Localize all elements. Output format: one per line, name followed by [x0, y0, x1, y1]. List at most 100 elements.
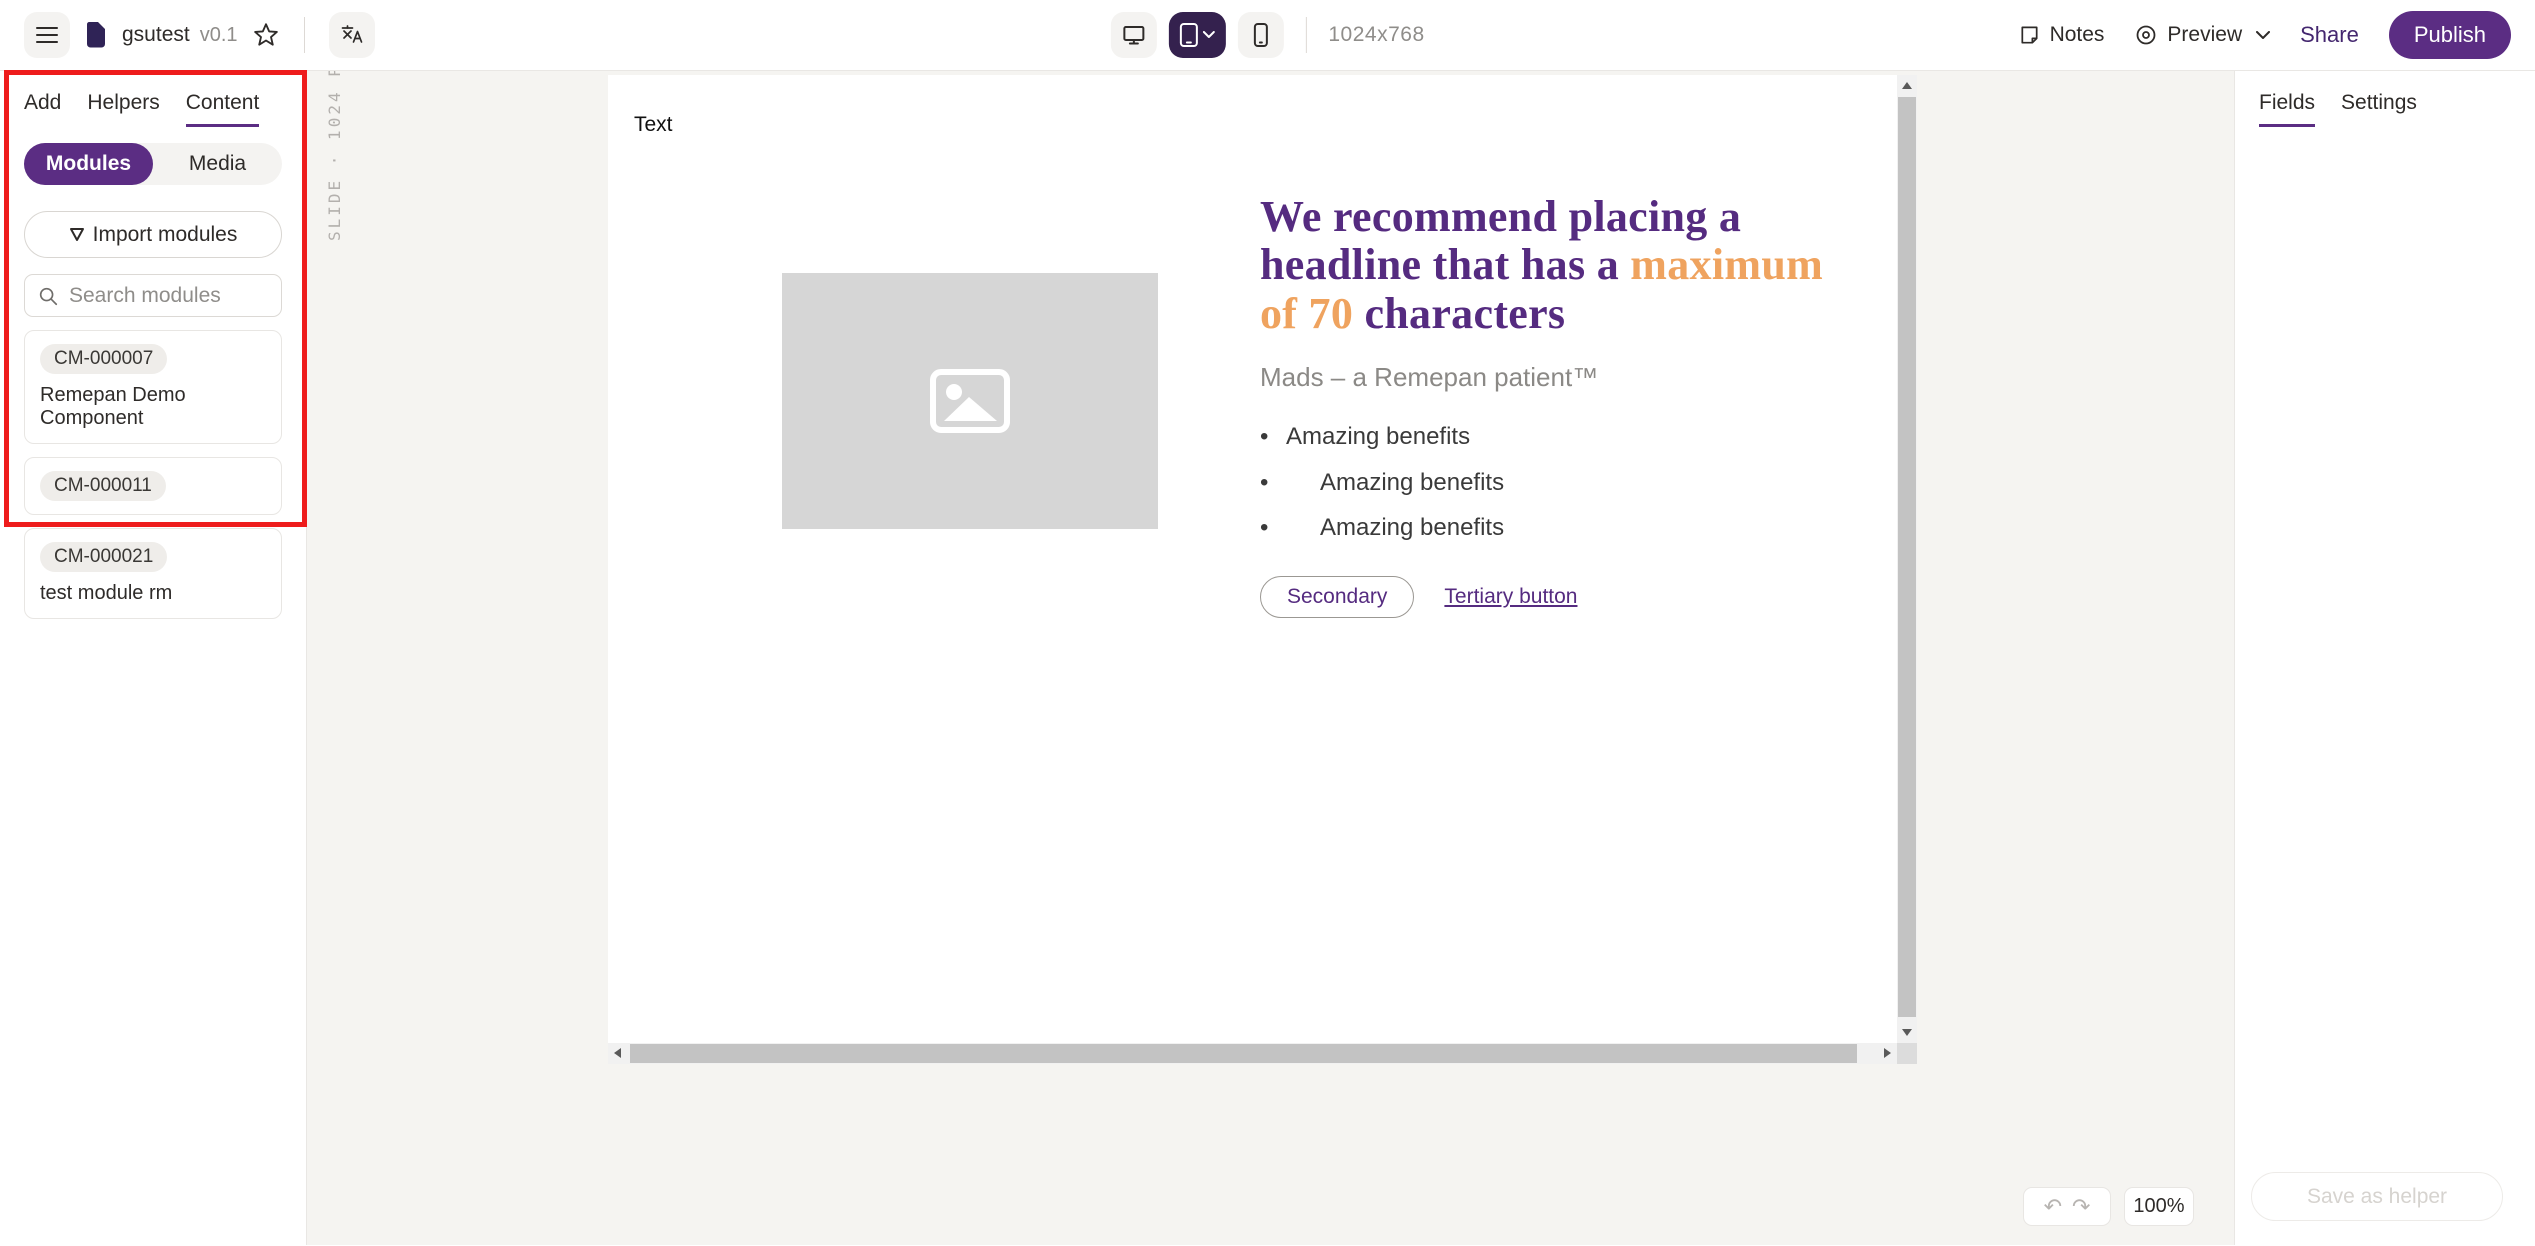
topbar-right: Notes Preview Share Publish — [2018, 11, 2511, 59]
chevron-down-icon — [1203, 31, 1215, 39]
divider — [1305, 17, 1306, 53]
mobile-icon — [1251, 22, 1269, 48]
list-item: • Amazing benefits — [1260, 469, 1860, 497]
topbar-left: gsutest v0.1 — [24, 12, 375, 58]
search-icon — [37, 285, 59, 307]
preview-button[interactable]: Preview — [2134, 23, 2242, 47]
document-version: v0.1 — [200, 24, 238, 47]
bullet-list: • Amazing benefits • Amazing benefits • … — [1260, 423, 1860, 542]
notes-label: Notes — [2050, 23, 2105, 47]
preview-label: Preview — [2167, 23, 2242, 47]
subtitle: Mads – a Remepan patient™ — [1260, 362, 1860, 393]
tab-fields[interactable]: Fields — [2259, 91, 2315, 127]
undo-icon: ↶ — [2044, 1194, 2062, 1219]
headline: We recommend placing a headline that has… — [1260, 193, 1860, 338]
tablet-icon — [1179, 22, 1199, 48]
zoom-level[interactable]: 100% — [2124, 1187, 2194, 1226]
horizontal-scrollbar-thumb[interactable] — [630, 1044, 1857, 1063]
bullet-text: Amazing benefits — [1286, 423, 1470, 451]
search-modules-box — [24, 274, 282, 317]
scroll-left-arrow[interactable] — [614, 1048, 621, 1058]
toggle-media[interactable]: Media — [153, 143, 282, 185]
preview-dropdown-button[interactable] — [2256, 31, 2270, 40]
slide-ruler-label: SLIDE · 1024 PX — [325, 71, 344, 241]
right-sidebar: Fields Settings Save as helper — [2234, 71, 2535, 1245]
notes-button[interactable]: Notes — [2018, 23, 2105, 47]
scrollbar-corner — [1897, 1043, 1917, 1064]
chevron-down-icon — [2256, 31, 2270, 40]
vertical-scrollbar[interactable] — [1897, 75, 1917, 1043]
module-id-badge: CM-000021 — [40, 542, 167, 572]
module-card[interactable]: CM-000007 Remepan Demo Component — [24, 330, 282, 444]
image-placeholder[interactable] — [782, 273, 1158, 529]
modules-media-toggle: Modules Media — [24, 143, 282, 185]
tablet-view-button[interactable] — [1168, 12, 1225, 58]
bullet-icon: • — [1260, 469, 1320, 497]
scroll-down-arrow[interactable] — [1902, 1029, 1912, 1036]
slide-frame: Text We recommend placing a headline tha… — [608, 75, 1917, 1064]
module-label: Text — [634, 113, 673, 137]
module-id-badge: CM-000011 — [40, 471, 166, 501]
horizontal-scrollbar[interactable] — [608, 1043, 1897, 1064]
document-icon — [84, 21, 108, 49]
search-modules-input[interactable] — [69, 284, 269, 308]
translate-icon — [340, 23, 364, 47]
secondary-button[interactable]: Secondary — [1260, 576, 1414, 618]
hamburger-icon — [36, 26, 58, 44]
redo-button[interactable]: ↷ — [2072, 1196, 2090, 1218]
save-as-helper-button[interactable]: Save as helper — [2251, 1172, 2503, 1221]
tab-helpers[interactable]: Helpers — [87, 91, 159, 127]
canvas-area: SLIDE · 1024 PX Text We recommend placin… — [307, 71, 2234, 1245]
divider — [304, 17, 305, 53]
scroll-up-arrow[interactable] — [1902, 82, 1912, 89]
slide-canvas[interactable]: Text We recommend placing a headline tha… — [608, 75, 1897, 1043]
tab-add[interactable]: Add — [24, 91, 61, 127]
undo-redo-card: ↶ ↷ — [2023, 1187, 2111, 1226]
import-modules-button[interactable]: Import modules — [24, 211, 282, 258]
note-icon — [2018, 24, 2041, 47]
import-icon — [69, 227, 85, 242]
module-name: test module rm — [40, 582, 266, 605]
left-panel-tabs: Add Helpers Content — [24, 91, 282, 127]
tab-content[interactable]: Content — [186, 91, 260, 127]
desktop-view-button[interactable] — [1110, 12, 1156, 58]
module-id-badge: CM-000007 — [40, 344, 167, 374]
module-card[interactable]: CM-000011 — [24, 457, 282, 515]
bullet-icon: • — [1260, 423, 1286, 451]
module-card[interactable]: CM-000021 test module rm — [24, 528, 282, 619]
eye-icon — [2134, 23, 2158, 47]
document-title: gsutest — [122, 23, 190, 47]
list-item: • Amazing benefits — [1260, 423, 1860, 451]
mobile-view-button[interactable] — [1237, 12, 1283, 58]
star-icon — [252, 21, 280, 49]
bullet-text: Amazing benefits — [1320, 514, 1504, 542]
import-modules-label: Import modules — [93, 223, 238, 247]
button-row: Secondary Tertiary button — [1260, 576, 1860, 618]
favorite-button[interactable] — [252, 21, 280, 49]
undo-button[interactable]: ↶ — [2044, 1196, 2062, 1218]
right-panel-tabs: Fields Settings — [2259, 91, 2511, 127]
app-root: gsutest v0.1 — [0, 0, 2535, 1246]
headline-part2: characters — [1353, 289, 1565, 338]
scroll-right-arrow[interactable] — [1884, 1048, 1891, 1058]
desktop-icon — [1121, 23, 1145, 47]
vertical-scrollbar-thumb[interactable] — [1898, 97, 1916, 1017]
topbar: gsutest v0.1 — [0, 0, 2535, 71]
toggle-modules[interactable]: Modules — [24, 143, 153, 185]
tertiary-button[interactable]: Tertiary button — [1444, 585, 1577, 609]
translate-button[interactable] — [329, 12, 375, 58]
text-module[interactable]: We recommend placing a headline that has… — [1260, 193, 1860, 618]
publish-button[interactable]: Publish — [2389, 11, 2511, 59]
module-name: Remepan Demo Component — [40, 384, 266, 430]
image-icon — [929, 368, 1011, 434]
redo-icon: ↷ — [2072, 1194, 2090, 1219]
bullet-text: Amazing benefits — [1320, 469, 1504, 497]
share-button[interactable]: Share — [2300, 22, 2359, 48]
bullet-icon: • — [1260, 514, 1320, 542]
menu-button[interactable] — [24, 12, 70, 58]
resolution-label: 1024x768 — [1328, 23, 1424, 47]
left-sidebar: Add Helpers Content Modules Media Import… — [0, 71, 307, 1245]
tab-settings[interactable]: Settings — [2341, 91, 2417, 127]
device-switcher: 1024x768 — [1110, 0, 1424, 70]
list-item: • Amazing benefits — [1260, 514, 1860, 542]
